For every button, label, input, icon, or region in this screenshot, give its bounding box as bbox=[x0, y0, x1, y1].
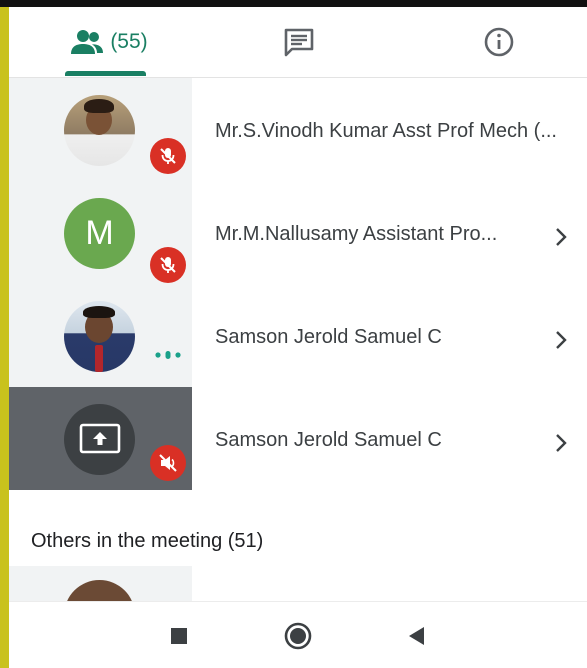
meeting-people-panel: (55) Mr.S.Vinodh Kumar Asst Prof Mech (.… bbox=[9, 7, 587, 668]
info-icon bbox=[484, 27, 514, 57]
home-icon bbox=[284, 622, 312, 650]
recents-icon bbox=[171, 628, 187, 644]
participant-name: Mr.S.Vinodh Kumar Asst Prof Mech (... bbox=[215, 120, 557, 142]
home-button[interactable] bbox=[282, 620, 314, 652]
participant-row[interactable]: Samson Jerold Samuel C bbox=[9, 284, 587, 387]
volume-off-icon bbox=[150, 445, 186, 481]
participant-list: Mr.S.Vinodh Kumar Asst Prof Mech (... M … bbox=[9, 78, 587, 606]
participant-row[interactable]: Mr.S.Vinodh Kumar Asst Prof Mech (... bbox=[9, 78, 587, 181]
screen-edge bbox=[0, 7, 9, 668]
avatar: M bbox=[64, 198, 135, 269]
people-count: (55) bbox=[110, 30, 148, 53]
mic-off-icon bbox=[150, 247, 186, 283]
participant-name: Samson Jerold Samuel C bbox=[215, 326, 442, 348]
mic-off-icon bbox=[150, 138, 186, 174]
participant-tile bbox=[9, 284, 192, 387]
tab-chat[interactable] bbox=[249, 7, 349, 77]
participant-row-presentation[interactable]: Samson Jerold Samuel C bbox=[9, 387, 587, 490]
chevron-right-icon[interactable] bbox=[549, 328, 573, 352]
panel-tabs: (55) bbox=[9, 7, 587, 78]
chevron-right-icon[interactable] bbox=[549, 431, 573, 455]
system-navigation-bar bbox=[9, 601, 587, 668]
others-section-heading: Others in the meeting (51) bbox=[31, 530, 264, 552]
chevron-right-icon[interactable] bbox=[549, 225, 573, 249]
participant-tile bbox=[9, 387, 192, 490]
participant-name: Mr.M.Nallusamy Assistant Pro... bbox=[215, 223, 498, 245]
active-tab-indicator bbox=[65, 71, 146, 76]
back-icon bbox=[409, 627, 424, 645]
people-icon bbox=[71, 30, 104, 54]
chat-icon bbox=[284, 28, 314, 57]
present-screen-icon bbox=[79, 423, 120, 453]
avatar bbox=[64, 404, 135, 475]
status-bar-edge bbox=[0, 0, 587, 7]
avatar bbox=[64, 95, 135, 166]
participant-tile bbox=[9, 78, 192, 181]
tab-people[interactable]: (55) bbox=[54, 7, 164, 77]
avatar bbox=[64, 301, 135, 372]
participant-row[interactable] bbox=[9, 566, 192, 606]
recents-button[interactable] bbox=[163, 620, 195, 652]
tab-info[interactable] bbox=[449, 7, 549, 77]
participant-tile: M bbox=[9, 181, 192, 284]
participant-row[interactable]: M Mr.M.Nallusamy Assistant Pro... bbox=[9, 181, 587, 284]
back-button[interactable] bbox=[401, 620, 433, 652]
participant-name: Samson Jerold Samuel C bbox=[215, 429, 442, 451]
speaking-indicator-icon bbox=[155, 351, 181, 359]
